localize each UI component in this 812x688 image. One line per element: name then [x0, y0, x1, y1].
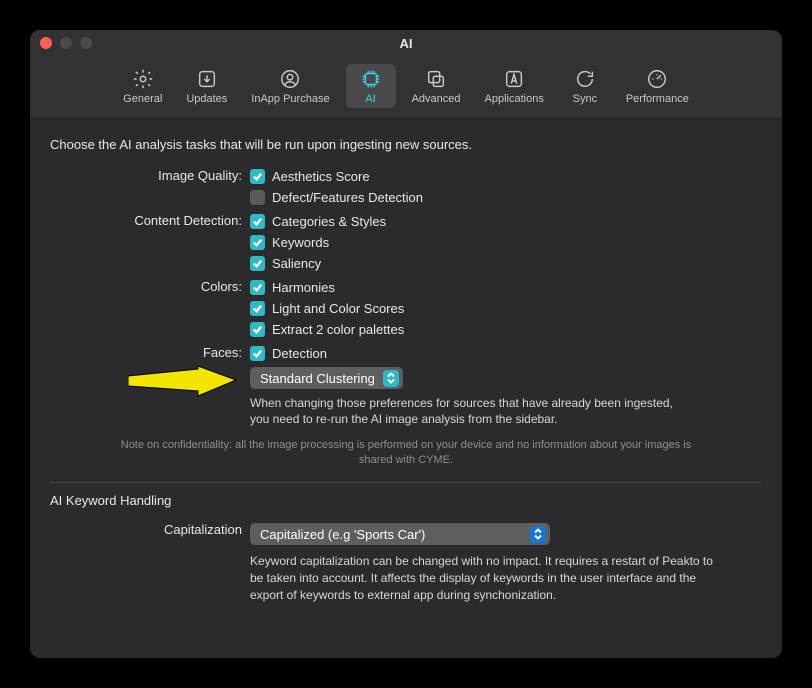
person-circle-icon: [279, 68, 301, 90]
rerun-note: When changing those preferences for sour…: [250, 389, 690, 427]
checkbox-label: Defect/Features Detection: [272, 190, 423, 205]
checkbox-label: Detection: [272, 346, 327, 361]
preferences-window: AI General Updates InApp Purchase AI: [30, 30, 782, 658]
faces-clustering-popup[interactable]: Standard Clustering: [250, 367, 403, 389]
checkbox-label: Light and Color Scores: [272, 301, 404, 316]
tab-performance[interactable]: Performance: [618, 64, 697, 108]
titlebar: AI: [30, 30, 782, 56]
group-label-image-quality: Image Quality:: [50, 166, 250, 183]
checkbox-faces-detection[interactable]: [250, 346, 265, 361]
checkbox-light-color-scores[interactable]: [250, 301, 265, 316]
updown-icon: [530, 526, 546, 543]
window-title: AI: [30, 36, 782, 51]
overlay-icon: [425, 68, 447, 90]
tab-applications[interactable]: Applications: [477, 64, 552, 108]
capitalization-note: Keyword capitalization can be changed wi…: [250, 545, 720, 603]
capitalization-popup[interactable]: Capitalized (e.g 'Sports Car'): [250, 523, 550, 545]
capitalization-label: Capitalization: [50, 520, 250, 537]
tab-updates[interactable]: Updates: [178, 64, 235, 108]
tab-inapp[interactable]: InApp Purchase: [243, 64, 337, 108]
checkbox-label: Categories & Styles: [272, 214, 386, 229]
letter-a-icon: [503, 68, 525, 90]
prefs-toolbar: General Updates InApp Purchase AI Advanc…: [30, 56, 782, 119]
confidentiality-note: Note on confidentiality: all the image p…: [50, 430, 762, 482]
group-label-content-detection: Content Detection:: [50, 211, 250, 228]
tab-label: InApp Purchase: [251, 93, 329, 105]
gauge-icon: [646, 68, 668, 90]
tab-label: Performance: [626, 93, 689, 105]
group-label-faces: Faces:: [50, 343, 250, 360]
tab-advanced[interactable]: Advanced: [404, 64, 469, 108]
content-pane: Choose the AI analysis tasks that will b…: [30, 119, 782, 658]
checkbox-keywords[interactable]: [250, 235, 265, 250]
tab-label: General: [123, 93, 162, 105]
tab-label: AI: [365, 93, 375, 105]
popup-value: Capitalized (e.g 'Sports Car'): [260, 527, 433, 542]
tab-label: Advanced: [412, 93, 461, 105]
updown-icon: [383, 370, 399, 387]
checkbox-harmonies[interactable]: [250, 280, 265, 295]
tab-label: Sync: [573, 93, 597, 105]
tab-label: Updates: [186, 93, 227, 105]
checkbox-label: Harmonies: [272, 280, 335, 295]
checkbox-label: Keywords: [272, 235, 329, 250]
chip-icon: [360, 68, 382, 90]
checkbox-defect-detection[interactable]: [250, 190, 265, 205]
tab-label: Applications: [485, 93, 544, 105]
section-keyword-handling: AI Keyword Handling: [50, 493, 762, 508]
tab-ai[interactable]: AI: [346, 64, 396, 108]
checkbox-label: Saliency: [272, 256, 321, 271]
checkbox-categories-styles[interactable]: [250, 214, 265, 229]
checkbox-aesthetics-score[interactable]: [250, 169, 265, 184]
divider: [50, 482, 762, 483]
checkbox-label: Extract 2 color palettes: [272, 322, 404, 337]
popup-value: Standard Clustering: [260, 371, 383, 386]
tab-sync[interactable]: Sync: [560, 64, 610, 108]
download-icon: [196, 68, 218, 90]
checkbox-extract-palettes[interactable]: [250, 322, 265, 337]
intro-text: Choose the AI analysis tasks that will b…: [50, 137, 762, 152]
tab-general[interactable]: General: [115, 64, 170, 108]
checkbox-label: Aesthetics Score: [272, 169, 370, 184]
sync-icon: [574, 68, 596, 90]
checkbox-saliency[interactable]: [250, 256, 265, 271]
gear-icon: [132, 68, 154, 90]
group-label-colors: Colors:: [50, 277, 250, 294]
